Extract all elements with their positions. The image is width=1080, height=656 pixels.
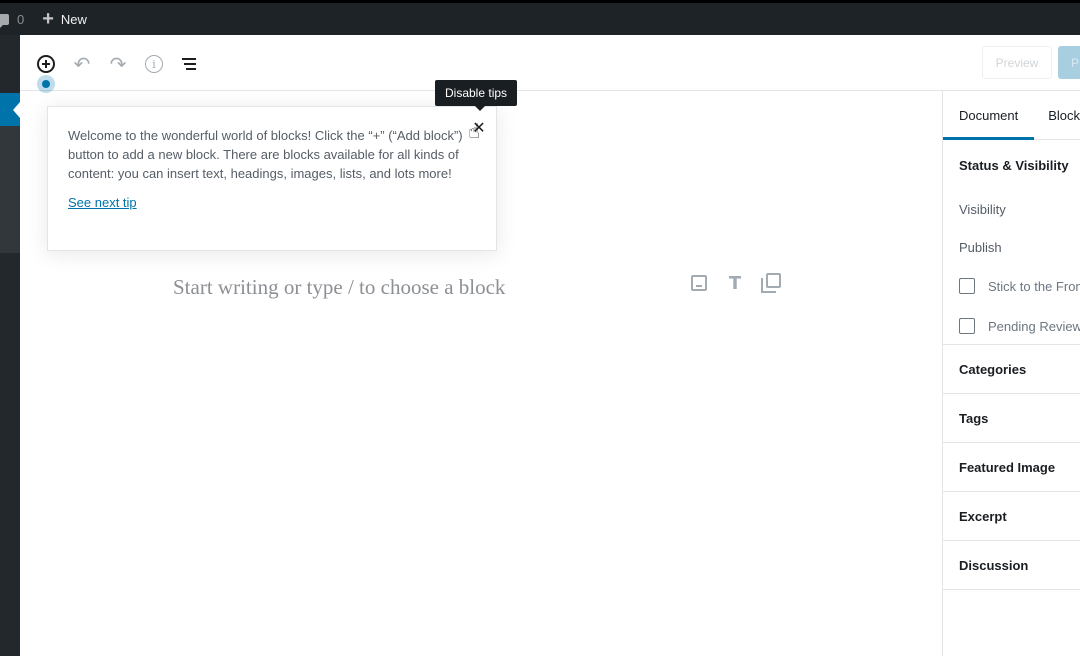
disable-tips-button[interactable]: ✕ ☝ xyxy=(462,111,496,145)
discussion-panel: Discussion xyxy=(943,541,1080,590)
undo-icon: ↶ xyxy=(73,53,91,76)
undo-button[interactable]: ↶ xyxy=(71,53,93,76)
admin-menu-item-posts[interactable] xyxy=(0,93,20,126)
add-image-button[interactable] xyxy=(688,272,710,294)
discussion-toggle[interactable]: Discussion xyxy=(959,541,1064,589)
featured-image-toggle[interactable]: Featured Image xyxy=(959,443,1064,491)
add-heading-button[interactable]: T xyxy=(724,272,746,294)
content-structure-button[interactable]: i xyxy=(143,53,165,75)
add-gallery-button[interactable] xyxy=(760,272,782,294)
comments-link[interactable]: 0 xyxy=(0,11,42,28)
admin-submenu xyxy=(0,126,20,253)
editor-toolbar: ↶ ↷ i Preview P xyxy=(20,35,1080,93)
settings-sidebar: Document Block Status & Visibility Visib… xyxy=(942,91,1080,656)
plus-icon: + xyxy=(42,8,54,30)
new-content-link[interactable]: + New xyxy=(42,9,87,29)
block-editor: ↶ ↷ i Preview P Welcome to the wonderful… xyxy=(20,35,1080,656)
redo-icon: ↷ xyxy=(109,53,127,76)
disable-tips-tooltip: Disable tips xyxy=(435,80,518,111)
excerpt-panel: Excerpt xyxy=(943,492,1080,541)
heading-icon: T xyxy=(728,272,742,294)
categories-toggle[interactable]: Categories xyxy=(959,345,1064,393)
image-icon xyxy=(691,275,707,291)
tab-document[interactable]: Document xyxy=(943,91,1035,140)
admin-menu xyxy=(0,35,20,656)
new-label: New xyxy=(60,11,87,27)
tab-block[interactable]: Block xyxy=(1034,91,1080,140)
pending-review-checkbox[interactable] xyxy=(959,318,975,334)
tags-toggle[interactable]: Tags xyxy=(959,394,1064,442)
tab-block-label: Block xyxy=(1048,108,1080,123)
categories-panel: Categories xyxy=(943,345,1080,394)
stick-to-front-checkbox[interactable] xyxy=(959,278,975,294)
preview-button[interactable]: Preview xyxy=(982,46,1052,79)
sidebar-tabs: Document Block xyxy=(943,91,1080,140)
info-icon: i xyxy=(145,55,163,73)
pending-review-label: Pending Review xyxy=(988,318,1080,334)
comment-icon xyxy=(0,13,9,28)
visibility-row[interactable]: Visibility xyxy=(959,190,1064,228)
block-navigation-button[interactable] xyxy=(179,53,201,75)
tip-indicator xyxy=(37,75,55,93)
redo-button[interactable]: ↷ xyxy=(107,53,129,76)
pending-review-option[interactable]: Pending Review xyxy=(959,306,1080,346)
comment-count: 0 xyxy=(17,11,25,27)
gallery-icon xyxy=(761,273,781,293)
status-visibility-panel: Status & Visibility Visibility Publish S… xyxy=(943,140,1080,345)
featured-image-panel: Featured Image xyxy=(943,443,1080,492)
block-placeholder[interactable]: Start writing or type / to choose a bloc… xyxy=(173,275,505,300)
plus-circle-icon xyxy=(37,55,55,73)
publish-row[interactable]: Publish xyxy=(959,228,1064,266)
tab-document-label: Document xyxy=(959,108,1019,123)
welcome-tip-popover: Welcome to the wonderful world of blocks… xyxy=(47,106,497,251)
hand-cursor-icon: ☝ xyxy=(468,121,481,143)
status-visibility-toggle[interactable]: Status & Visibility xyxy=(959,140,1069,190)
stick-to-front-option[interactable]: Stick to the Front Page xyxy=(959,266,1080,306)
stick-to-front-label: Stick to the Front Page xyxy=(988,278,1080,294)
admin-bar: 0 + New xyxy=(0,3,1080,35)
tip-text: Welcome to the wonderful world of blocks… xyxy=(68,128,463,181)
excerpt-toggle[interactable]: Excerpt xyxy=(959,492,1064,540)
quick-inserter: T xyxy=(688,272,782,294)
block-navigation-icon xyxy=(182,58,198,70)
publish-button[interactable]: P xyxy=(1058,46,1080,79)
add-block-button[interactable] xyxy=(35,53,57,75)
tags-panel: Tags xyxy=(943,394,1080,443)
see-next-tip-link[interactable]: See next tip xyxy=(68,195,137,210)
